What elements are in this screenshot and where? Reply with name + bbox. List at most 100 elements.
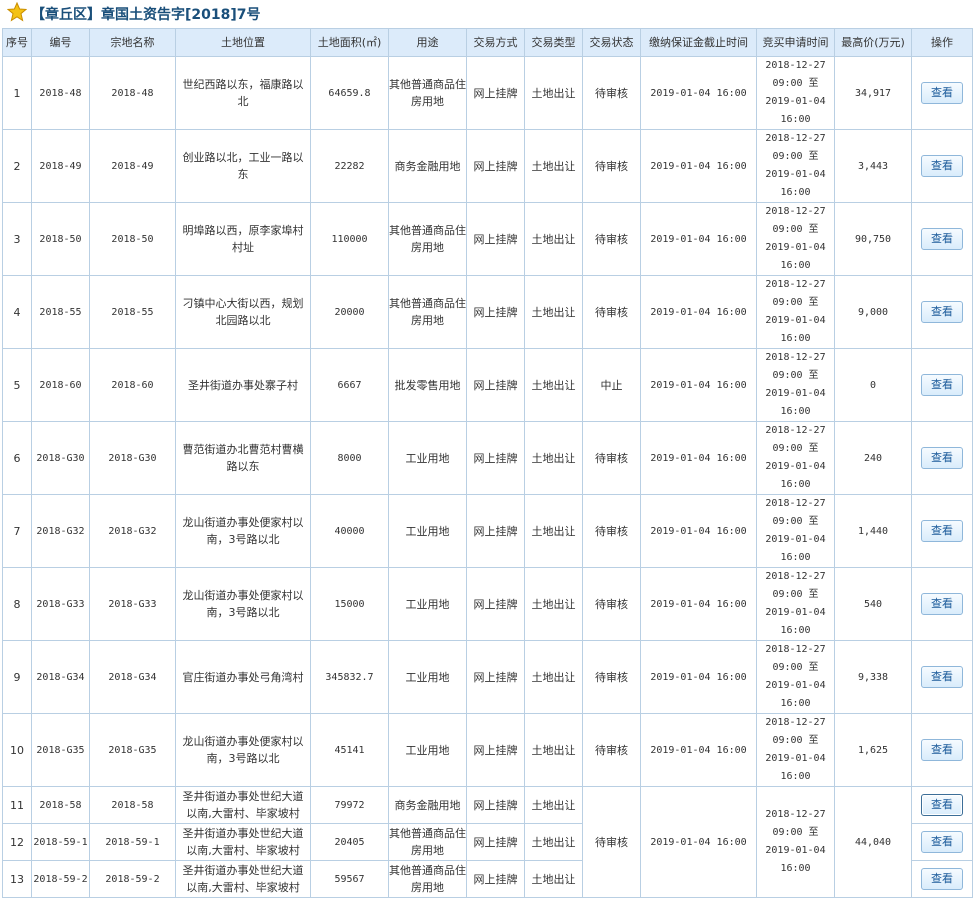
view-button[interactable]: 查看 (921, 447, 963, 469)
row-apply-time: 2018-12-27 09:00 至 2019-01-04 16:00 (756, 640, 835, 714)
action-cell: 查看 (911, 129, 973, 203)
row-max-price: 34,917 (834, 56, 912, 130)
table-row: 9 2018-G34 2018-G34 官庄街道办事处弓角湾村 345832.7 工业用地… (2, 640, 973, 714)
action-cell: 查看 (911, 713, 973, 787)
table-row: 8 2018-G33 2018-G33 龙山街道办事处便家村以南，3号路以北 15000… (2, 567, 973, 641)
row-type: 土地出让 (524, 823, 583, 861)
row-use: 其他普通商品住房用地 (388, 202, 467, 276)
view-button[interactable]: 查看 (921, 739, 963, 761)
row-deposit-deadline: 2019-01-04 16:00 (640, 640, 757, 714)
row-status: 待审核 (582, 494, 641, 568)
view-button[interactable]: 查看 (921, 82, 963, 104)
view-button[interactable]: 查看 (921, 301, 963, 323)
row-max-price: 9,338 (834, 640, 912, 714)
table-row: 7 2018-G32 2018-G32 龙山街道办事处便家村以南，3号路以北 40000… (2, 494, 973, 568)
row-location: 圣井街道办事处世纪大道以南,大雷村、毕家坡村 (175, 823, 311, 861)
row-type: 土地出让 (524, 421, 583, 495)
row-max-price: 540 (834, 567, 912, 641)
row-method: 网上挂牌 (466, 56, 525, 130)
table-row: 2 2018-49 2018-49 创业路以北，工业一路以东 22282 商务金融用地 网上… (2, 129, 973, 203)
row-area: 8000 (310, 421, 389, 495)
row-area: 79972 (310, 786, 389, 824)
row-method: 网上挂牌 (466, 494, 525, 568)
row-code: 2018-G32 (31, 494, 90, 568)
row-code: 2018-55 (31, 275, 90, 349)
group-deposit-deadline: 2019-01-04 16:00 (640, 786, 757, 898)
row-deposit-deadline: 2019-01-04 16:00 (640, 494, 757, 568)
row-area: 6667 (310, 348, 389, 422)
row-method: 网上挂牌 (466, 129, 525, 203)
row-apply-time: 2018-12-27 09:00 至 2019-01-04 16:00 (756, 567, 835, 641)
table-header-row: 序号 编号 宗地名称 土地位置 土地面积(㎡) 用途 交易方式 交易类型 交易状态 缴纳保证金截止… (2, 28, 973, 57)
row-code: 2018-G30 (31, 421, 90, 495)
row-deposit-deadline: 2019-01-04 16:00 (640, 713, 757, 787)
header-col-type: 交易类型 (524, 28, 583, 57)
row-method: 网上挂牌 (466, 567, 525, 641)
row-use: 商务金融用地 (388, 786, 467, 824)
action-cell: 查看 (911, 202, 973, 276)
row-method: 网上挂牌 (466, 823, 525, 861)
header-col-location: 土地位置 (175, 28, 311, 57)
row-code: 2018-49 (31, 129, 90, 203)
row-status: 待审核 (582, 713, 641, 787)
action-cell: 查看 (911, 275, 973, 349)
row-apply-time: 2018-12-27 09:00 至 2019-01-04 16:00 (756, 421, 835, 495)
view-button[interactable]: 查看 (921, 520, 963, 542)
row-location: 明埠路以西，原李家埠村村址 (175, 202, 311, 276)
row-seq: 13 (2, 860, 32, 898)
view-button[interactable]: 查看 (921, 374, 963, 396)
row-parcel-name: 2018-50 (89, 202, 176, 276)
row-max-price: 9,000 (834, 275, 912, 349)
view-button[interactable]: 查看 (921, 794, 963, 816)
row-area: 345832.7 (310, 640, 389, 714)
row-location: 世纪西路以东，福康路以北 (175, 56, 311, 130)
row-area: 45141 (310, 713, 389, 787)
row-apply-time: 2018-12-27 09:00 至 2019-01-04 16:00 (756, 348, 835, 422)
header-col-max-price: 最高价(万元) (834, 28, 912, 57)
row-use: 工业用地 (388, 494, 467, 568)
row-method: 网上挂牌 (466, 713, 525, 787)
row-type: 土地出让 (524, 494, 583, 568)
row-code: 2018-G35 (31, 713, 90, 787)
row-type: 土地出让 (524, 56, 583, 130)
row-use: 批发零售用地 (388, 348, 467, 422)
row-max-price: 0 (834, 348, 912, 422)
row-deposit-deadline: 2019-01-04 16:00 (640, 129, 757, 203)
header-col-status: 交易状态 (582, 28, 641, 57)
row-max-price: 3,443 (834, 129, 912, 203)
row-type: 土地出让 (524, 129, 583, 203)
row-seq: 12 (2, 823, 32, 861)
row-location: 圣井街道办事处世纪大道以南,大雷村、毕家坡村 (175, 860, 311, 898)
row-parcel-name: 2018-58 (89, 786, 176, 824)
row-status: 待审核 (582, 56, 641, 130)
row-area: 110000 (310, 202, 389, 276)
row-max-price: 1,625 (834, 713, 912, 787)
row-apply-time: 2018-12-27 09:00 至 2019-01-04 16:00 (756, 129, 835, 203)
row-method: 网上挂牌 (466, 348, 525, 422)
row-seq: 9 (2, 640, 32, 714)
view-button[interactable]: 查看 (921, 228, 963, 250)
row-code: 2018-59-2 (31, 860, 90, 898)
group-apply-time: 2018-12-27 09:00 至 2019-01-04 16:00 (756, 786, 835, 898)
view-button[interactable]: 查看 (921, 831, 963, 853)
row-parcel-name: 2018-55 (89, 275, 176, 349)
view-button[interactable]: 查看 (921, 666, 963, 688)
row-use: 商务金融用地 (388, 129, 467, 203)
view-button[interactable]: 查看 (921, 155, 963, 177)
row-location: 刁镇中心大街以西，规划北园路以北 (175, 275, 311, 349)
header-col-action: 操作 (911, 28, 973, 57)
row-status: 中止 (582, 348, 641, 422)
action-cell: 查看 (911, 860, 973, 898)
group-max-price: 44,040 (834, 786, 912, 898)
view-button[interactable]: 查看 (921, 868, 963, 890)
row-use: 其他普通商品住房用地 (388, 860, 467, 898)
row-location: 龙山街道办事处便家村以南，3号路以北 (175, 713, 311, 787)
row-method: 网上挂牌 (466, 275, 525, 349)
view-button[interactable]: 查看 (921, 593, 963, 615)
table-row: 11 2018-58 2018-58 圣井街道办事处世纪大道以南,大雷村、毕家坡村 79… (2, 786, 973, 898)
row-type: 土地出让 (524, 202, 583, 276)
row-code: 2018-G33 (31, 567, 90, 641)
row-parcel-name: 2018-G32 (89, 494, 176, 568)
row-max-price: 90,750 (834, 202, 912, 276)
header-col-apply-time: 竞买申请时间 (756, 28, 835, 57)
